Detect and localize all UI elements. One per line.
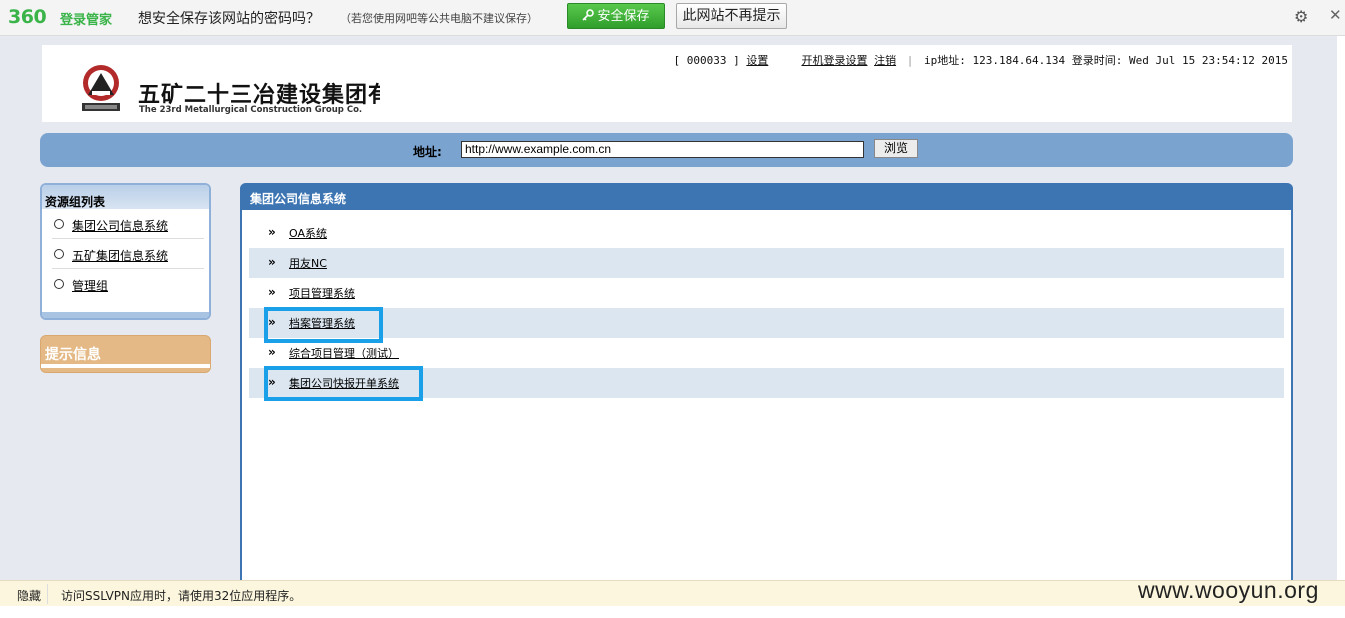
ip-value: 123.184.64.134 (972, 54, 1066, 67)
address-bar: 地址: http://www.example.com.cn 浏览 (40, 133, 1293, 167)
user-id: [ 000033 ] (673, 54, 740, 67)
user-info-bar: [ 000033 ] 设置 开机登录设置 注销 | ip地址: 123.184.… (673, 52, 1288, 68)
sidebar-item-minmetals-info[interactable]: 五矿集团信息系统 (52, 239, 204, 269)
double-arrow-icon: » (268, 255, 276, 269)
panel-footer (42, 312, 209, 318)
sidebar-item-label[interactable]: 集团公司信息系统 (72, 217, 168, 234)
site-header: 五矿二十三冶建设集团有限公司 The 23rd Metallurgical Co… (42, 45, 1292, 122)
gear-icon[interactable]: ⚙ (1294, 7, 1308, 26)
radio-circle-icon (54, 279, 64, 289)
watermark: www.wooyun.org (1138, 577, 1319, 603)
key-icon (582, 9, 595, 21)
login-time-value: Wed Jul 15 23:54:12 2015 (1129, 54, 1288, 67)
sidebar-item-admin-group[interactable]: 管理组 (52, 269, 204, 299)
divider (47, 584, 48, 604)
list-item: » 用友NC (249, 248, 1284, 278)
safe-save-button[interactable]: 安全保存 (567, 3, 665, 29)
never-prompt-button[interactable]: 此网站不再提示 (676, 3, 787, 29)
logout-link[interactable]: 注销 (874, 54, 896, 67)
save-password-question: 想安全保存该网站的密码吗？ (138, 11, 320, 27)
system-link-yonyou-nc[interactable]: 用友NC (289, 255, 327, 271)
list-item: » 项目管理系统 (249, 278, 1284, 308)
address-label: 地址: (413, 145, 442, 159)
list-item: » 档案管理系统 (249, 308, 1284, 338)
resource-group-panel: 资源组列表 集团公司信息系统 五矿集团信息系统 管理组 (40, 183, 211, 320)
radio-circle-icon (54, 219, 64, 229)
double-arrow-icon: » (268, 345, 276, 359)
brand-subtitle: 登录管家 (60, 13, 113, 28)
login-time-label: 登录时间: (1071, 54, 1123, 67)
list-item: » 综合项目管理（测试） (249, 338, 1284, 368)
resource-group-title: 资源组列表 (42, 185, 209, 209)
password-save-bar: 360 登录管家 想安全保存该网站的密码吗？ （若您使用网吧等公共电脑不建议保存… (0, 0, 1345, 36)
brand-logo: 360 (8, 6, 47, 28)
system-link-project-management[interactable]: 项目管理系统 (289, 285, 355, 301)
close-icon[interactable]: ✕ (1329, 6, 1342, 24)
system-link-integrated-project-test[interactable]: 综合项目管理（测试） (289, 345, 399, 361)
radio-circle-icon (54, 249, 64, 259)
hide-button[interactable]: 隐藏 (17, 587, 41, 604)
status-message: 访问SSLVPN应用时，请使用32位应用程序。 (61, 589, 302, 603)
boot-login-settings-link[interactable]: 开机登录设置 (801, 54, 867, 67)
highlight-box-quick-report (264, 366, 423, 401)
sidebar-item-label[interactable]: 五矿集团信息系统 (72, 247, 168, 264)
safe-save-label: 安全保存 (597, 9, 650, 24)
sidebar-item-label[interactable]: 管理组 (72, 277, 108, 294)
double-arrow-icon: » (268, 225, 276, 239)
save-password-hint: （若您使用网吧等公共电脑不建议保存） (340, 12, 538, 25)
window-edge (1337, 36, 1345, 580)
divider: | (906, 54, 914, 67)
company-name-en: The 23rd Metallurgical Construction Grou… (139, 105, 363, 115)
main-panel-title: 集团公司信息系统 (240, 183, 1293, 210)
browse-button[interactable]: 浏览 (874, 139, 918, 158)
highlight-box-archives (264, 307, 383, 343)
tip-strip (41, 364, 210, 368)
tip-info-panel: 提示信息 (40, 335, 211, 373)
settings-link[interactable]: 设置 (746, 54, 768, 67)
double-arrow-icon: » (268, 285, 276, 299)
tip-info-title: 提示信息 (45, 347, 101, 363)
list-item: » OA系统 (249, 218, 1284, 248)
address-input[interactable]: http://www.example.com.cn (461, 141, 864, 158)
sidebar-item-group-info[interactable]: 集团公司信息系统 (52, 209, 204, 239)
system-link-oa[interactable]: OA系统 (289, 225, 327, 241)
ip-label: ip地址: (923, 54, 966, 67)
company-emblem-icon (82, 65, 120, 111)
